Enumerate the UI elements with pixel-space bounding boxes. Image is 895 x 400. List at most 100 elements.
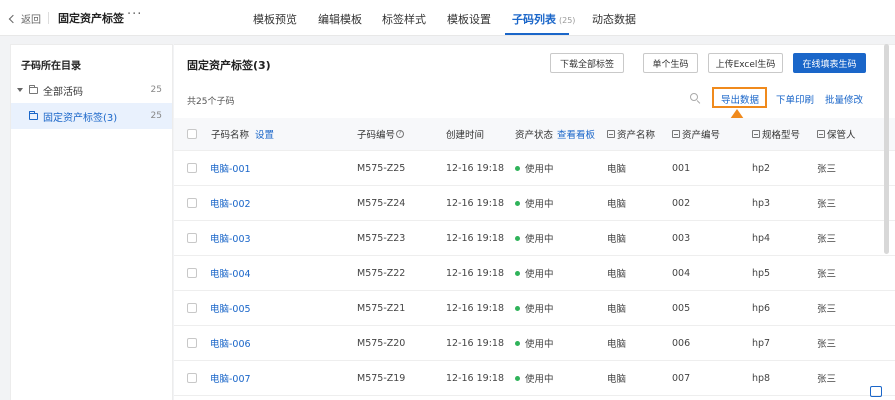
more-options-icon[interactable]: ··· [127,7,142,22]
model-number: hp8 [752,372,771,384]
header-model: 规格型号 [752,118,800,150]
subcode-name-link[interactable]: 电脑-004 [210,256,251,290]
download-all-labels-button[interactable]: 下载全部标签 [550,53,624,73]
header-status-label: 资产状态 [515,130,554,141]
asset-name: 电脑 [607,269,627,280]
row-checkbox[interactable] [187,233,197,243]
header-model-label: 规格型号 [762,130,801,141]
subcode-name-link[interactable]: 电脑-005 [210,291,251,325]
subcode-number: M575-Z24 [357,197,406,209]
table-row[interactable]: 电脑-006 M575-Z20 12-16 19:18 使用中 电脑 006 h… [174,326,895,361]
header-code-label: 子码编号 [357,130,396,141]
keeper: 张三 [817,304,837,315]
batch-edit-link[interactable]: 批量修改 [825,92,863,106]
subcode-number: M575-Z19 [357,372,406,384]
created-time: 12-16 19:18 [446,197,505,209]
order-print-link[interactable]: 下单印刷 [776,92,814,106]
header-status: 资产状态 查看看板 [515,118,595,150]
status-dot-icon [515,375,520,381]
back-button[interactable]: 返回 [8,11,41,26]
status-cell: 使用中 [515,291,554,325]
status-dot-icon [515,270,520,276]
keeper: 张三 [817,374,837,385]
status-text: 使用中 [525,164,554,175]
row-checkbox[interactable] [187,198,197,208]
field-icon [607,130,615,138]
field-icon [817,130,825,138]
sidebar-item-count: 25 [150,111,162,121]
tab-label-style[interactable]: 标签样式 [382,11,426,27]
table-row[interactable]: 电脑-004 M575-Z22 12-16 19:18 使用中 电脑 004 h… [174,256,895,291]
row-checkbox[interactable] [187,163,197,173]
panel-title: 固定资产标签(3) [187,59,271,72]
select-all-checkbox[interactable] [187,129,197,139]
tab-edit-template[interactable]: 编辑模板 [318,11,362,27]
model-number: hp2 [752,162,771,174]
status-text: 使用中 [525,269,554,280]
model-number: hp5 [752,267,771,279]
table-row[interactable]: 电脑-007 M575-Z19 12-16 19:18 使用中 电脑 007 h… [174,361,895,396]
status-text: 使用中 [525,234,554,245]
tab-subcode-list-label: 子码列表 [512,13,556,26]
online-fill-generate-button[interactable]: 在线填表生码 [793,53,866,73]
upload-excel-button[interactable]: 上传Excel生码 [708,53,783,73]
table-row[interactable]: 电脑-002 M575-Z24 12-16 19:18 使用中 电脑 002 h… [174,186,895,221]
single-generate-button[interactable]: 单个生码 [643,53,698,73]
directory-sidebar: 子码所在目录 全部活码 25 固定资产标签(3) 25 [10,44,173,400]
row-checkbox[interactable] [187,303,197,313]
header-asset-name-label: 资产名称 [617,130,656,141]
status-cell: 使用中 [515,256,554,290]
row-checkbox[interactable] [187,268,197,278]
chevron-left-icon [8,14,18,23]
header-asset-no: 资产编号 [672,118,720,150]
created-time: 12-16 19:18 [446,267,505,279]
tab-count-badge: (25) [559,16,576,25]
tab-template-preview[interactable]: 模板预览 [253,11,297,27]
asset-number: 004 [672,267,691,279]
row-checkbox[interactable] [187,373,197,383]
header-asset-no-label: 资产编号 [682,130,721,141]
subcode-name-link[interactable]: 电脑-006 [210,326,251,360]
table-header: 子码名称 设置 子码编号? 创建时间 资产状态 查看看板 资产名称 资产编号 规… [174,118,895,151]
status-text: 使用中 [525,339,554,350]
asset-name: 电脑 [607,164,627,175]
table-row[interactable]: 电脑-003 M575-Z23 12-16 19:18 使用中 电脑 003 h… [174,221,895,256]
status-cell: 使用中 [515,221,554,255]
sidebar-item-all-codes[interactable]: 全部活码 25 [11,77,172,103]
status-dot-icon [515,165,520,171]
header-name-label: 子码名称 [211,130,250,141]
tab-dynamic-data[interactable]: 动态数据 [592,11,636,27]
subcode-name-link[interactable]: 电脑-001 [210,151,251,185]
status-dot-icon [515,340,520,346]
help-icon[interactable]: ? [396,130,405,138]
tab-subcode-list[interactable]: 子码列表 (25) [512,11,575,27]
search-icon[interactable] [690,93,700,103]
header-asset-name: 资产名称 [607,118,655,150]
subcode-name-link[interactable]: 电脑-002 [210,186,251,220]
asset-number: 003 [672,232,691,244]
subcode-name-link[interactable]: 电脑-003 [210,221,251,255]
field-icon [672,130,680,138]
total-count-text: 共25个子码 [187,97,235,107]
feedback-icon[interactable] [870,386,882,397]
export-data-link[interactable]: 导出数据 [721,92,759,106]
caret-down-icon[interactable] [17,88,23,92]
vertical-scrollbar[interactable] [884,44,889,254]
status-cell: 使用中 [515,186,554,220]
keeper: 张三 [817,199,837,210]
status-text: 使用中 [525,199,554,210]
table-row[interactable]: 电脑-001 M575-Z25 12-16 19:18 使用中 电脑 001 h… [174,151,895,186]
subcode-name-link[interactable]: 电脑-007 [210,361,251,395]
created-time: 12-16 19:18 [446,302,505,314]
sidebar-item-label: 固定资产标签(3) [43,112,118,124]
view-board-link[interactable]: 查看看板 [557,127,595,141]
table-row[interactable]: 电脑-005 M575-Z21 12-16 19:18 使用中 电脑 005 h… [174,291,895,326]
row-checkbox[interactable] [187,338,197,348]
asset-number: 001 [672,162,691,174]
tab-template-settings[interactable]: 模板设置 [447,11,491,27]
document-title: 固定资产标签 [58,12,124,25]
model-number: hp7 [752,337,771,349]
sidebar-item-fixed-asset-labels[interactable]: 固定资产标签(3) 25 [11,103,172,129]
settings-link[interactable]: 设置 [255,127,274,141]
folder-icon [29,110,38,120]
